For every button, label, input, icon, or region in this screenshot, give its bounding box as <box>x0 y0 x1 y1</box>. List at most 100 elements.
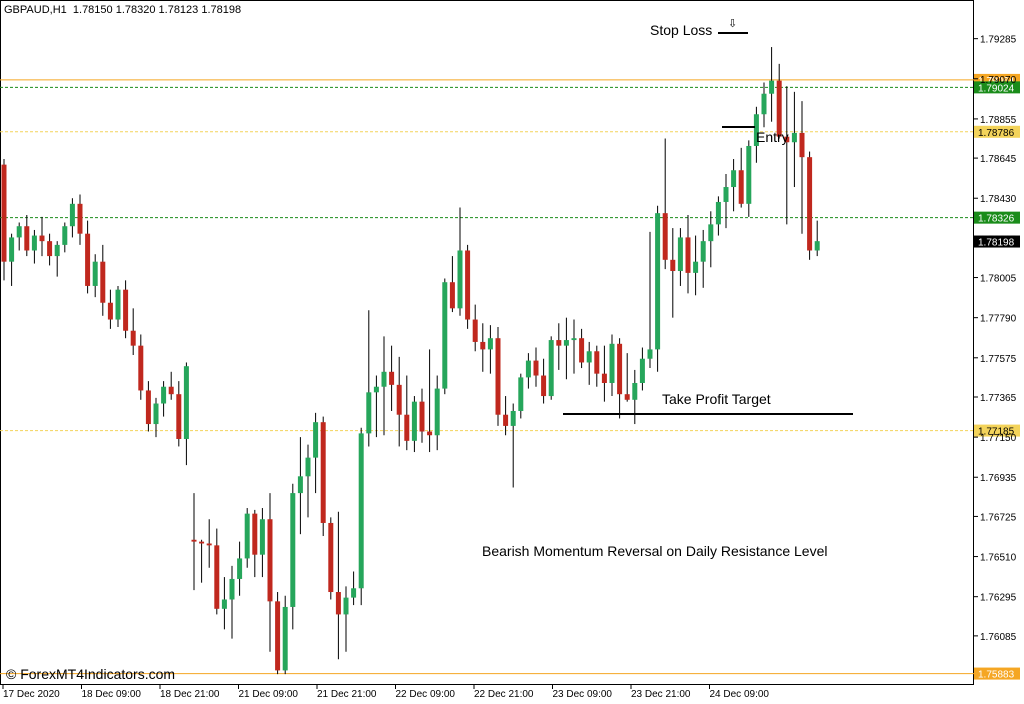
candle-body <box>731 170 737 188</box>
chart-canvas: 1.790641.790241.787861.783261.771851.758… <box>0 0 1020 700</box>
candle-body <box>343 597 349 615</box>
x-tick-label: 23 Dec 09:00 <box>553 689 613 700</box>
candle-body <box>267 519 273 602</box>
candle-body <box>457 250 463 309</box>
candle-body <box>670 259 676 272</box>
candle-body <box>693 261 699 273</box>
candle-body <box>297 476 303 494</box>
y-tick-label: 1.76295 <box>980 593 1017 604</box>
candle-body <box>662 213 668 260</box>
candle-body <box>145 390 151 425</box>
y-tick-label: 1.77575 <box>980 354 1017 365</box>
x-tick-label: 21 Dec 09:00 <box>239 689 299 700</box>
candle-body <box>571 338 577 341</box>
candle-body <box>525 360 531 378</box>
candle-body <box>69 203 75 227</box>
candle-body <box>16 226 22 238</box>
ohlc-label: 1.78150 1.78320 1.78123 1.78198 <box>72 4 242 16</box>
candle-body <box>107 302 113 320</box>
level-price-label: 1.75883 <box>978 670 1015 681</box>
x-tick-label: 17 Dec 2020 <box>3 689 60 700</box>
candle-body <box>351 588 357 598</box>
candle-body <box>130 330 136 346</box>
plot-area <box>0 0 974 685</box>
stop-loss-label: Stop Loss <box>650 22 713 38</box>
y-tick-label: 1.78645 <box>980 154 1017 165</box>
candle-body <box>176 394 182 439</box>
candle-body <box>617 343 623 395</box>
candle-body <box>708 224 714 242</box>
candle-body <box>556 340 562 346</box>
candle-body <box>290 493 296 607</box>
y-tick-label: 1.79070 <box>980 75 1017 86</box>
x-tick-label: 18 Dec 21:00 <box>160 689 220 700</box>
candle-body <box>594 351 600 374</box>
candle-body <box>639 358 645 383</box>
x-tick-label: 24 Dec 09:00 <box>710 689 770 700</box>
candle-body <box>168 386 174 395</box>
candle-body <box>320 422 326 523</box>
y-tick-label: 1.76510 <box>980 553 1017 564</box>
candle-body <box>472 319 478 342</box>
candle-body <box>700 241 706 262</box>
candle-body <box>442 282 448 389</box>
candle-body <box>381 371 387 387</box>
candle-body <box>586 351 592 363</box>
candle-body <box>214 545 220 609</box>
candle-body <box>62 226 68 245</box>
candle-body <box>191 539 197 542</box>
candle-body <box>427 431 433 436</box>
candle-body <box>206 543 212 546</box>
candle-body <box>366 392 372 434</box>
candle-body <box>411 401 417 441</box>
candle-body <box>115 289 121 320</box>
copyright-text: © ForexMT4Indicators.com <box>6 666 176 682</box>
price-axis: 1.792851.790701.788551.786451.784301.782… <box>974 35 1020 643</box>
candle-body <box>746 145 752 204</box>
candle-body <box>655 213 661 350</box>
candle-body <box>259 519 265 555</box>
level-price-label: 1.78786 <box>978 128 1015 139</box>
candle-body <box>31 235 37 251</box>
chart-header: GBPAUD,H1 1.78150 1.78320 1.78123 1.7819… <box>4 4 241 16</box>
candle-body <box>814 241 820 251</box>
level-price-label: 1.78326 <box>978 214 1015 225</box>
candle-body <box>715 201 721 225</box>
candle-body <box>738 170 744 204</box>
candle-body <box>85 233 91 286</box>
candle-body <box>563 340 569 346</box>
candle-body <box>389 371 395 385</box>
candle-body <box>449 282 455 309</box>
candle-body <box>275 601 281 671</box>
candle-body <box>153 403 159 425</box>
candle-body <box>335 592 341 615</box>
candle-body <box>761 93 767 115</box>
candle-body <box>609 343 615 383</box>
strategy-note: Bearish Momentum Reversal on Daily Resis… <box>482 543 828 559</box>
candle-body <box>328 522 334 593</box>
candle-body <box>396 384 402 415</box>
candle-body <box>624 394 630 400</box>
candle-body <box>373 386 379 393</box>
candle-body <box>221 599 227 609</box>
candle-body <box>533 360 539 376</box>
chart-window: 1.790641.790241.787861.783261.771851.758… <box>0 0 1024 704</box>
candle-body <box>404 414 410 441</box>
x-tick-label: 21 Dec 21:00 <box>317 689 377 700</box>
candle-body <box>77 203 83 234</box>
candle-body <box>807 157 813 251</box>
candle-body <box>282 606 288 671</box>
candle-body <box>518 377 524 411</box>
candle-body <box>548 340 554 397</box>
candle-body <box>244 513 250 559</box>
candle-body <box>677 237 683 272</box>
candle-body <box>419 401 425 432</box>
candle-body <box>54 244 60 257</box>
candle-body <box>723 187 729 202</box>
candle-body <box>632 382 638 400</box>
y-tick-label: 1.76935 <box>980 473 1017 484</box>
candle-body <box>541 375 547 397</box>
y-tick-label: 1.76725 <box>980 512 1017 523</box>
candle-body <box>480 341 486 350</box>
time-axis: 17 Dec 2020 18 Dec 09:00 18 Dec 21:00 21 De… <box>2 685 770 700</box>
